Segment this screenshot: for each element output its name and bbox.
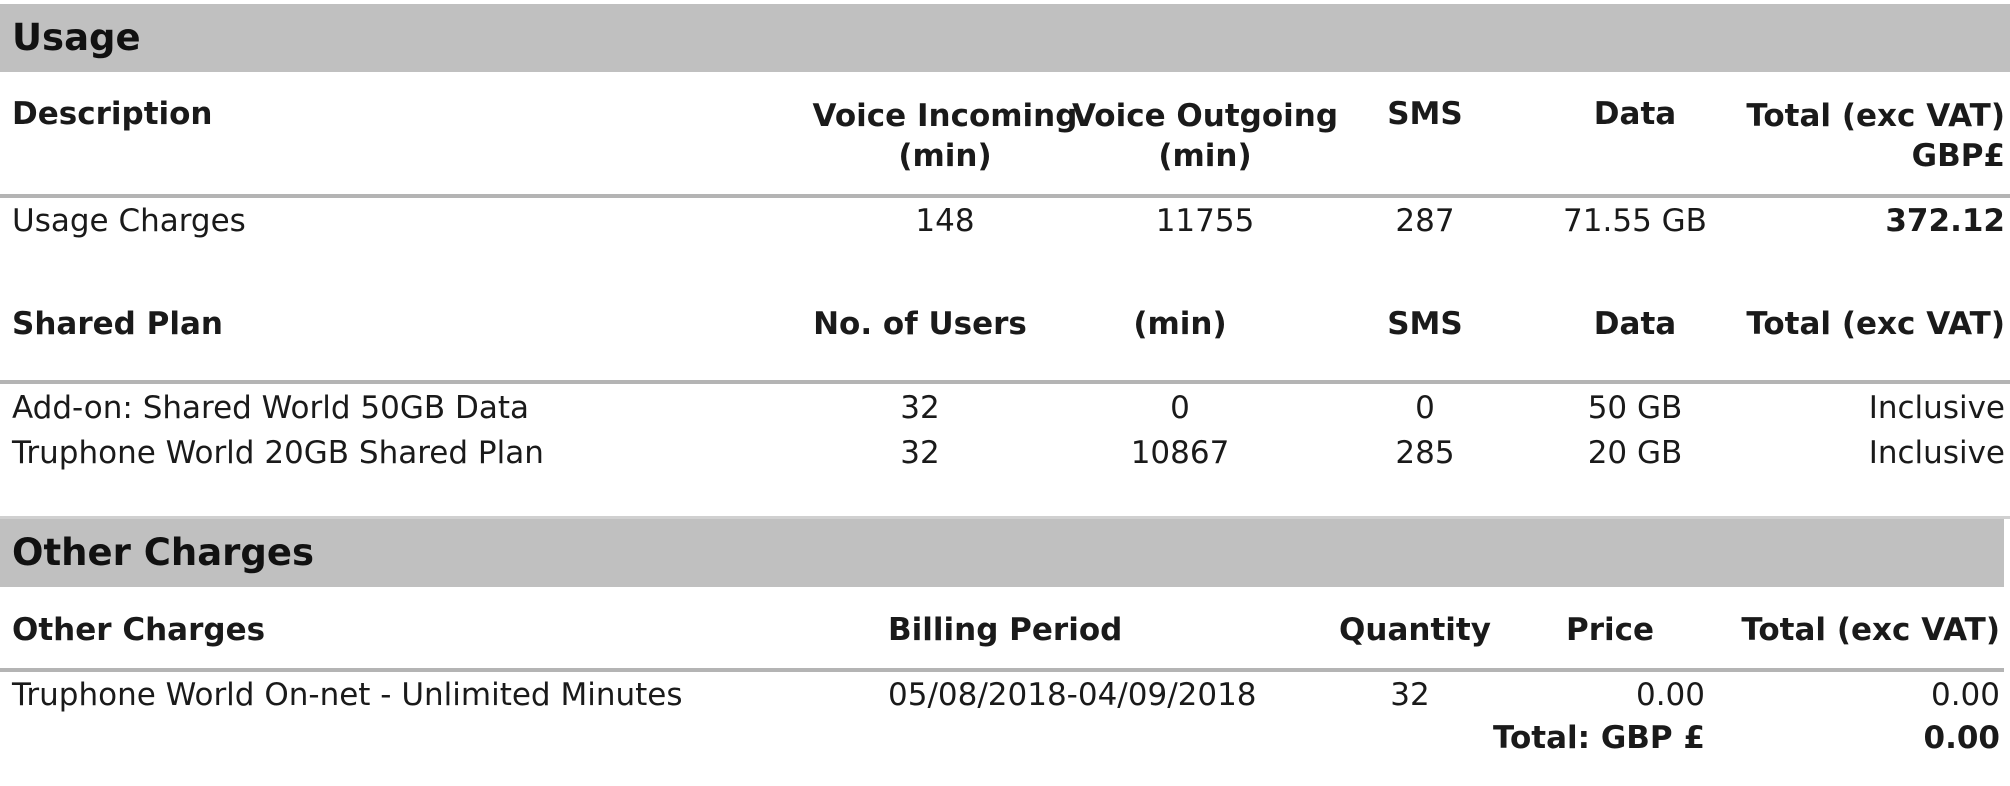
usage-header-voice-incoming-line1: Voice Incoming	[812, 98, 1078, 134]
usage-header-voice-incoming: Voice Incoming (min)	[800, 96, 1090, 176]
usage-header-sms: SMS	[1387, 96, 1463, 132]
other-charges-header-description: Other Charges	[12, 612, 266, 648]
usage-section-band	[0, 4, 2010, 72]
usage-row-voice-incoming: 148	[915, 203, 975, 239]
shared-plan-header-data: Data	[1593, 306, 1677, 342]
other-charges-header-divider	[0, 668, 2004, 672]
shared-plan-row-2-data: 20 GB	[1587, 435, 1683, 471]
other-charges-row-1-billing-period: 05/08/2018-04/09/2018	[888, 677, 1257, 713]
other-charges-row-1-total: 0.00	[1930, 677, 2000, 713]
shared-plan-row-2-description: Truphone World 20GB Shared Plan	[12, 435, 544, 471]
shared-plan-header-min: (min)	[1133, 306, 1227, 342]
usage-header-description: Description	[12, 96, 213, 132]
other-charges-grand-total-value: 0.00	[1923, 720, 2001, 756]
shared-plan-row-1-sms: 0	[1415, 390, 1435, 426]
usage-row-description: Usage Charges	[12, 203, 246, 239]
usage-section-title: Usage	[12, 16, 141, 59]
usage-header-voice-outgoing-line1: Voice Outgoing	[1071, 98, 1339, 134]
shared-plan-row-2-sms: 285	[1395, 435, 1455, 471]
usage-header-data: Data	[1593, 96, 1677, 132]
shared-plan-header-description: Shared Plan	[12, 306, 223, 342]
other-charges-row-1-price: 0.00	[1635, 677, 1705, 713]
other-charges-header-price: Price	[1565, 612, 1655, 648]
shared-plan-header-total: Total (exc VAT)	[1746, 306, 2005, 342]
shared-plan-header-divider	[0, 380, 2010, 384]
other-charges-section-title: Other Charges	[12, 531, 315, 574]
usage-header-voice-outgoing-line2: (min)	[1158, 138, 1252, 174]
usage-row-data: 71.55 GB	[1563, 203, 1707, 239]
shared-plan-header-users: No. of Users	[813, 306, 1027, 342]
usage-header-voice-outgoing: Voice Outgoing (min)	[1060, 96, 1350, 176]
shared-plan-row-1-min: 0	[1170, 390, 1190, 426]
usage-header-total: Total (exc VAT) GBP£	[1700, 96, 2005, 176]
usage-row-total: 372.12	[1885, 203, 2005, 239]
other-charges-row-1-quantity: 32	[1390, 677, 1430, 713]
shared-plan-row-2-min: 10867	[1130, 435, 1230, 471]
other-charges-header-quantity: Quantity	[1339, 612, 1491, 648]
other-charges-row-1-description: Truphone World On-net - Unlimited Minute…	[12, 677, 683, 713]
other-charges-header-total: Total (exc VAT)	[1741, 612, 2000, 648]
shared-plan-row-1-data: 50 GB	[1587, 390, 1683, 426]
shared-plan-row-1-total: Inclusive	[1868, 390, 2005, 426]
shared-plan-row-2-total: Inclusive	[1868, 435, 2005, 471]
shared-plan-header-sms: SMS	[1387, 306, 1463, 342]
usage-row-sms: 287	[1395, 203, 1455, 239]
usage-header-divider	[0, 194, 2010, 198]
usage-header-total-line2: GBP£	[1911, 138, 2005, 174]
shared-plan-row-1-users: 32	[900, 390, 940, 426]
shared-plan-row-1-description: Add-on: Shared World 50GB Data	[12, 390, 529, 426]
usage-header-voice-incoming-line2: (min)	[898, 138, 992, 174]
other-charges-grand-total-label: Total: GBP £	[1492, 720, 1705, 756]
usage-header-total-line1: Total (exc VAT)	[1746, 98, 2005, 134]
shared-plan-row-2-users: 32	[900, 435, 940, 471]
usage-row-voice-outgoing: 11755	[1155, 203, 1255, 239]
other-charges-header-billing-period: Billing Period	[888, 612, 1123, 648]
